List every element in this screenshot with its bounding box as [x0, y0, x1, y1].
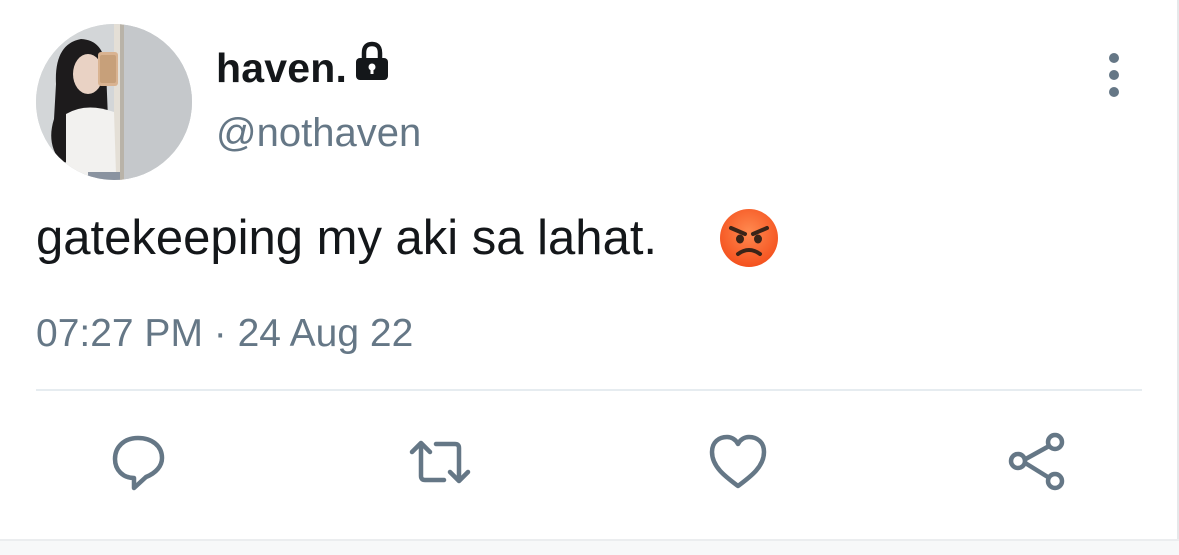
card-border-bottom: [0, 539, 1179, 555]
like-button[interactable]: [706, 430, 770, 494]
lock-icon: [350, 40, 394, 84]
display-name[interactable]: haven.: [216, 44, 347, 92]
share-icon: [1008, 432, 1065, 491]
heart-icon: [709, 434, 767, 489]
retweet-button[interactable]: [408, 430, 472, 494]
share-button[interactable]: [1005, 430, 1069, 494]
reply-icon: [112, 435, 165, 491]
handle[interactable]: @nothaven: [216, 109, 421, 157]
retweet-icon: [409, 440, 471, 484]
angry-face-emoji: [718, 207, 780, 269]
timestamp[interactable]: 07:27 PM · 24 Aug 22: [36, 310, 413, 358]
divider: [36, 389, 1142, 391]
profile-photo: [36, 24, 192, 180]
tweet-card: haven. @nothaven gatekeeping my aki sa l…: [0, 0, 1179, 555]
reply-button[interactable]: [106, 430, 170, 494]
avatar[interactable]: [36, 24, 192, 180]
tweet-text: gatekeeping my aki sa lahat.: [36, 211, 658, 265]
more-vertical-icon[interactable]: [1094, 48, 1134, 104]
